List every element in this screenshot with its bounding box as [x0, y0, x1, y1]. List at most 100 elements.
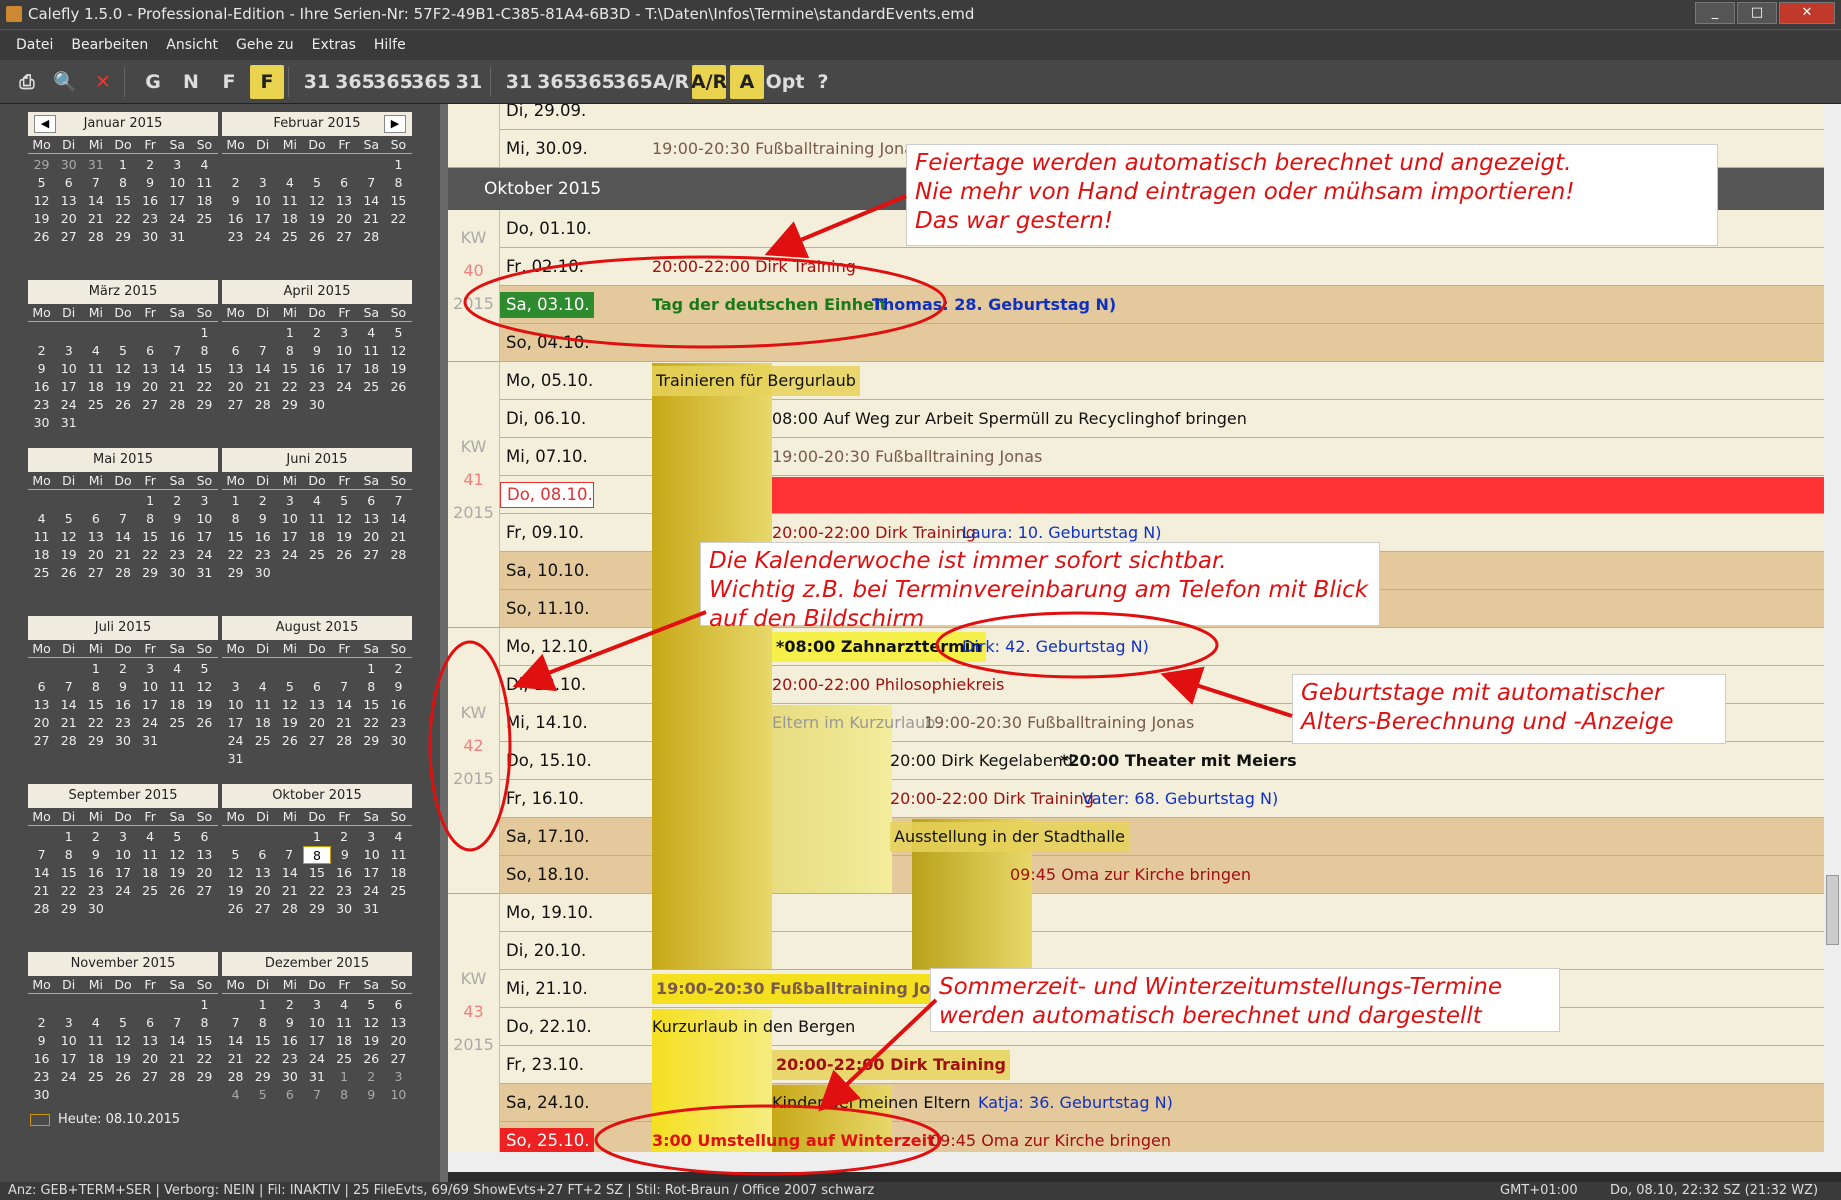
- day-cell[interactable]: 8: [191, 1014, 218, 1032]
- day-cell[interactable]: 19: [55, 546, 82, 564]
- day-cell[interactable]: 15: [109, 192, 136, 210]
- day-cell[interactable]: 21: [28, 882, 55, 900]
- month-header[interactable]: Dezember 2015: [222, 952, 412, 976]
- day-cell[interactable]: 7: [164, 342, 191, 360]
- day-cell[interactable]: 14: [28, 864, 55, 882]
- day-cell[interactable]: 23: [331, 882, 358, 900]
- day-cell[interactable]: [55, 1086, 82, 1104]
- day-cell[interactable]: 6: [28, 678, 55, 696]
- day-cell[interactable]: 27: [55, 228, 82, 246]
- day-cell[interactable]: [164, 1086, 191, 1104]
- day-cell[interactable]: 24: [276, 546, 303, 564]
- day-cell[interactable]: [82, 996, 109, 1014]
- day-cell[interactable]: 18: [82, 1050, 109, 1068]
- horizontal-scrollbar[interactable]: [448, 1152, 1824, 1172]
- day-cell[interactable]: 11: [82, 1032, 109, 1050]
- day-cell[interactable]: 12: [164, 846, 191, 864]
- day-cell[interactable]: 28: [249, 396, 276, 414]
- day-cell[interactable]: 3: [358, 828, 385, 846]
- day-cell[interactable]: 9: [137, 174, 164, 192]
- day-cell[interactable]: 20: [222, 378, 249, 396]
- day-cell[interactable]: 16: [303, 360, 330, 378]
- day-cell[interactable]: [28, 492, 55, 510]
- day-cell[interactable]: 21: [164, 378, 191, 396]
- day-cell[interactable]: 22: [385, 210, 412, 228]
- day-cell[interactable]: [358, 564, 385, 582]
- event-item[interactable]: Eltern im Kurzurlaub: [772, 704, 935, 741]
- vertical-scroll-thumb[interactable]: [1826, 875, 1839, 945]
- day-cell[interactable]: 2: [385, 660, 412, 678]
- day-cell[interactable]: 6: [55, 174, 82, 192]
- day-cell[interactable]: 19: [28, 210, 55, 228]
- day-cell[interactable]: [82, 1086, 109, 1104]
- day-cell[interactable]: 3: [191, 492, 218, 510]
- day-cell[interactable]: 27: [249, 900, 276, 918]
- day-cell[interactable]: 12: [222, 864, 249, 882]
- day-cell[interactable]: 23: [82, 882, 109, 900]
- day-cell[interactable]: 7: [249, 342, 276, 360]
- day-cell[interactable]: [28, 828, 55, 846]
- day-cell[interactable]: 7: [28, 846, 55, 864]
- day-label[interactable]: Di, 20.10.: [500, 932, 594, 969]
- day-cell[interactable]: 16: [276, 1032, 303, 1050]
- toolbar-button-14[interactable]: A/R: [691, 64, 727, 99]
- day-cell[interactable]: 3: [276, 492, 303, 510]
- day-cell[interactable]: 11: [137, 846, 164, 864]
- day-cell[interactable]: 5: [303, 174, 330, 192]
- day-cell[interactable]: 14: [249, 360, 276, 378]
- day-label[interactable]: Sa, 17.10.: [500, 818, 594, 855]
- day-cell[interactable]: 17: [109, 864, 136, 882]
- day-cell[interactable]: [303, 156, 330, 174]
- day-cell[interactable]: [137, 1086, 164, 1104]
- day-cell[interactable]: 16: [331, 864, 358, 882]
- day-cell[interactable]: [55, 996, 82, 1014]
- day-label[interactable]: Mi, 07.10.: [500, 438, 594, 475]
- day-cell[interactable]: 15: [191, 1032, 218, 1050]
- day-cell[interactable]: 11: [331, 1014, 358, 1032]
- day-cell[interactable]: 29: [82, 732, 109, 750]
- day-cell[interactable]: [303, 660, 330, 678]
- day-cell[interactable]: 25: [303, 546, 330, 564]
- day-cell[interactable]: 7: [303, 1086, 330, 1104]
- day-cell[interactable]: 29: [109, 228, 136, 246]
- event-item[interactable]: 20:00-22:00 Dirk Training: [890, 780, 1094, 817]
- day-cell[interactable]: 24: [303, 1050, 330, 1068]
- day-cell[interactable]: 12: [331, 510, 358, 528]
- day-cell[interactable]: 5: [331, 492, 358, 510]
- day-cell[interactable]: [191, 1086, 218, 1104]
- day-cell[interactable]: 8: [302, 846, 332, 864]
- day-cell[interactable]: 19: [331, 528, 358, 546]
- day-cell[interactable]: 19: [191, 696, 218, 714]
- day-cell[interactable]: 30: [28, 1086, 55, 1104]
- day-cell[interactable]: 21: [222, 1050, 249, 1068]
- day-cell[interactable]: 29: [191, 396, 218, 414]
- day-cell[interactable]: [331, 396, 358, 414]
- day-cell[interactable]: 4: [276, 174, 303, 192]
- day-cell[interactable]: 14: [82, 192, 109, 210]
- day-cell[interactable]: 15: [276, 360, 303, 378]
- day-cell[interactable]: 2: [358, 1068, 385, 1086]
- day-cell[interactable]: 7: [358, 174, 385, 192]
- day-cell[interactable]: 13: [303, 696, 330, 714]
- day-cell[interactable]: 19: [164, 864, 191, 882]
- day-label[interactable]: Fr, 16.10.: [500, 780, 594, 817]
- day-cell[interactable]: 1: [276, 324, 303, 342]
- month-header[interactable]: April 2015: [222, 280, 412, 304]
- day-label[interactable]: Mo, 12.10.: [500, 628, 594, 665]
- menu-item-3[interactable]: Gehe zu: [236, 37, 294, 53]
- day-cell[interactable]: 12: [385, 342, 412, 360]
- toolbar-button-8[interactable]: 31: [452, 65, 486, 99]
- toolbar-button-5[interactable]: 365: [335, 65, 375, 99]
- day-cell[interactable]: [55, 660, 82, 678]
- day-cell[interactable]: 2: [303, 324, 330, 342]
- day-cell[interactable]: 28: [358, 228, 385, 246]
- menu-item-1[interactable]: Bearbeiten: [71, 37, 148, 53]
- day-cell[interactable]: 10: [55, 1032, 82, 1050]
- day-cell[interactable]: [137, 900, 164, 918]
- day-cell[interactable]: 13: [55, 192, 82, 210]
- day-label[interactable]: Mo, 05.10.: [500, 362, 594, 399]
- day-cell[interactable]: 4: [331, 996, 358, 1014]
- day-cell[interactable]: 10: [137, 678, 164, 696]
- day-cell[interactable]: 6: [137, 1014, 164, 1032]
- day-cell[interactable]: 2: [82, 828, 109, 846]
